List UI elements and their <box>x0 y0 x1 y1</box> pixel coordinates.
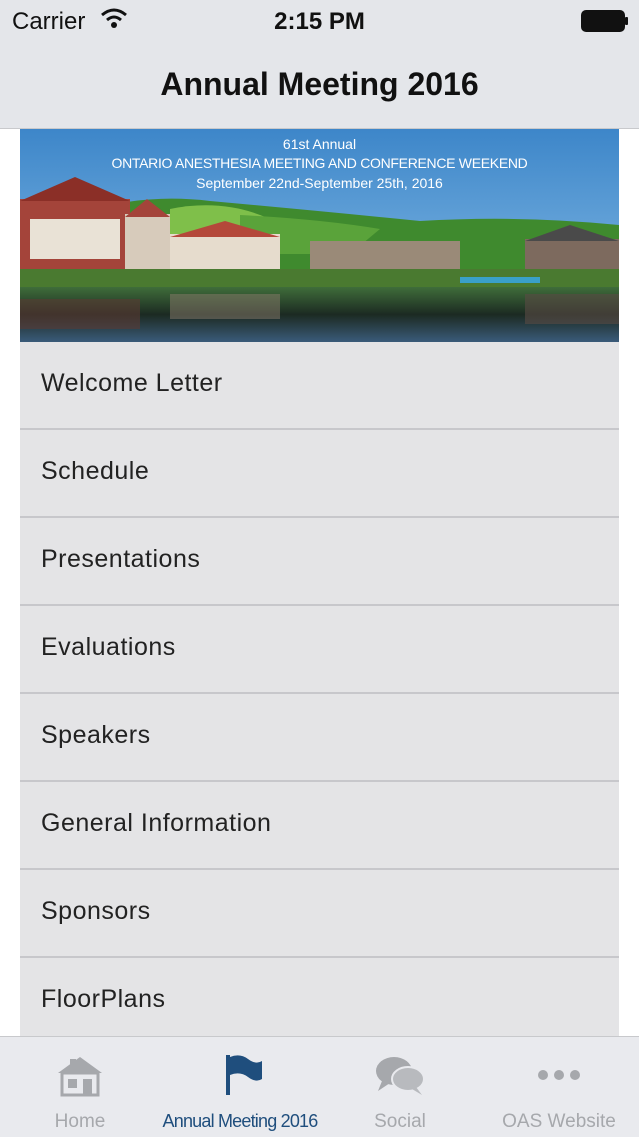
status-time: 2:15 PM <box>274 8 365 35</box>
tab-label: Annual Meeting 2016 <box>162 1111 319 1131</box>
menu-item-sponsors[interactable]: Sponsors <box>20 870 619 958</box>
menu-item-label: General Information <box>41 809 272 837</box>
menu-item-label: Speakers <box>41 721 151 749</box>
banner-edition: 61st Annual <box>282 136 357 152</box>
banner-dates: September 22nd-September 25th, 2016 <box>196 175 443 191</box>
status-bar: Carrier 2:15 PM <box>0 0 639 42</box>
house-icon <box>0 1051 160 1099</box>
menu-item-schedule[interactable]: Schedule <box>20 430 619 518</box>
tab-oas-website[interactable]: OAS Website <box>479 1037 639 1137</box>
menu-item-label: Welcome Letter <box>41 369 223 397</box>
tab-annual-meeting-2016[interactable]: Annual Meeting 2016 <box>160 1037 320 1137</box>
flag-icon <box>160 1051 320 1099</box>
tab-label: Home <box>54 1111 106 1132</box>
menu-item-label: FloorPlans <box>41 985 166 1013</box>
menu-item-evaluations[interactable]: Evaluations <box>20 606 619 694</box>
menu-item-floorplans[interactable]: FloorPlans <box>20 958 619 1038</box>
more-dots-icon <box>479 1051 639 1099</box>
tab-label: Social <box>374 1111 426 1132</box>
menu-item-label: Schedule <box>41 457 150 485</box>
menu-item-general-information[interactable]: General Information <box>20 782 619 870</box>
menu-item-label: Evaluations <box>41 633 176 661</box>
banner-caption: 61st Annual ONTARIO ANESTHESIA MEETING A… <box>20 135 619 193</box>
menu-item-label: Presentations <box>41 545 201 573</box>
menu-item-speakers[interactable]: Speakers <box>20 694 619 782</box>
menu-item-presentations[interactable]: Presentations <box>20 518 619 606</box>
page-title: Annual Meeting 2016 <box>160 66 479 102</box>
battery-icon <box>581 10 629 37</box>
menu-item-welcome-letter[interactable]: Welcome Letter <box>20 342 619 430</box>
menu-item-label: Sponsors <box>41 897 151 925</box>
chat-bubbles-icon <box>320 1051 480 1099</box>
tab-label: OAS Website <box>502 1111 616 1132</box>
conference-banner: 61st Annual ONTARIO ANESTHESIA MEETING A… <box>20 129 619 342</box>
banner-event-name: ONTARIO ANESTHESIA MEETING AND CONFERENC… <box>111 155 528 171</box>
tab-bar: Home Annual Meeting 2016 Social OAS Webs… <box>0 1036 639 1137</box>
tab-social[interactable]: Social <box>320 1037 480 1137</box>
tab-home[interactable]: Home <box>0 1037 160 1137</box>
navigation-bar: Annual Meeting 2016 <box>0 42 639 129</box>
meeting-menu-list: Welcome Letter Schedule Presentations Ev… <box>20 342 619 1038</box>
